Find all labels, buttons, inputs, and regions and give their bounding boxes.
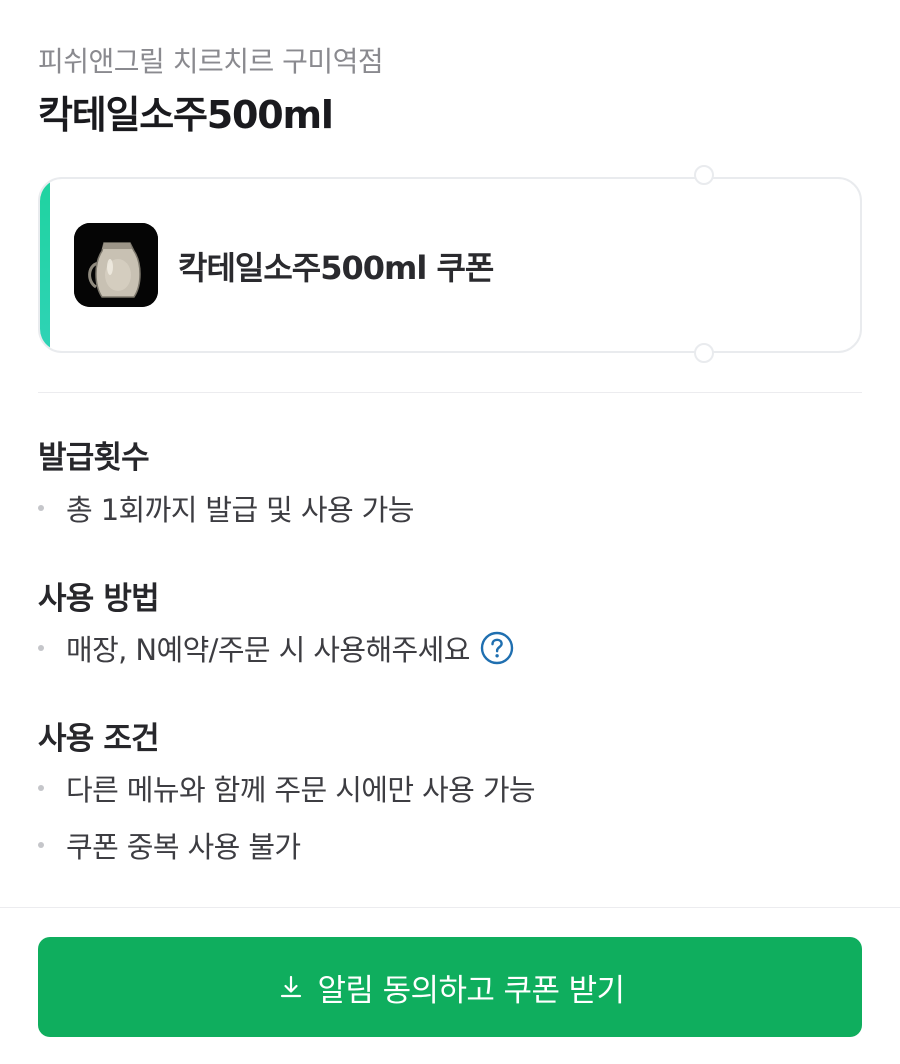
usage-method-text: 매장, N예약/주문 시 사용해주세요 [66, 633, 470, 667]
usage-method-item: 매장, N예약/주문 시 사용해주세요 [38, 628, 514, 668]
store-name: 피쉬앤그릴 치르치르 구미역점 [38, 45, 384, 78]
bullet-dot [38, 842, 44, 848]
issue-count-title: 발급횟수 [38, 440, 150, 476]
question-circle-icon[interactable] [480, 631, 514, 665]
footer-divider [0, 907, 900, 908]
coupon-card[interactable]: 칵테일소주500ml 쿠폰 [38, 177, 862, 353]
download-icon [276, 972, 306, 1002]
get-coupon-button[interactable]: 알림 동의하고 쿠폰 받기 [38, 937, 862, 1037]
issue-count-item: 총 1회까지 발급 및 사용 가능 [38, 488, 414, 528]
usage-condition-item: 다른 메뉴와 함께 주문 시에만 사용 가능 [38, 768, 536, 808]
bullet-dot [38, 645, 44, 651]
coupon-label: 칵테일소주500ml 쿠폰 [178, 249, 494, 287]
coupon-thumbnail [74, 223, 158, 307]
bullet-dot [38, 785, 44, 791]
get-coupon-label: 알림 동의하고 쿠폰 받기 [317, 972, 626, 1009]
issue-count-text: 총 1회까지 발급 및 사용 가능 [66, 493, 414, 527]
usage-condition-title: 사용 조건 [38, 721, 160, 757]
bullet-dot [38, 505, 44, 511]
coupon-accent-bar [40, 179, 50, 351]
coupon-notch-top [694, 165, 714, 185]
usage-condition-item: 쿠폰 중복 사용 불가 [38, 825, 301, 865]
coupon-notch-bottom [694, 343, 714, 363]
usage-method-title: 사용 방법 [38, 581, 160, 617]
usage-condition-text-2: 쿠폰 중복 사용 불가 [66, 830, 301, 864]
usage-condition-text-1: 다른 메뉴와 함께 주문 시에만 사용 가능 [66, 773, 536, 807]
product-title: 칵테일소주500ml [38, 93, 334, 137]
section-divider [38, 392, 862, 393]
